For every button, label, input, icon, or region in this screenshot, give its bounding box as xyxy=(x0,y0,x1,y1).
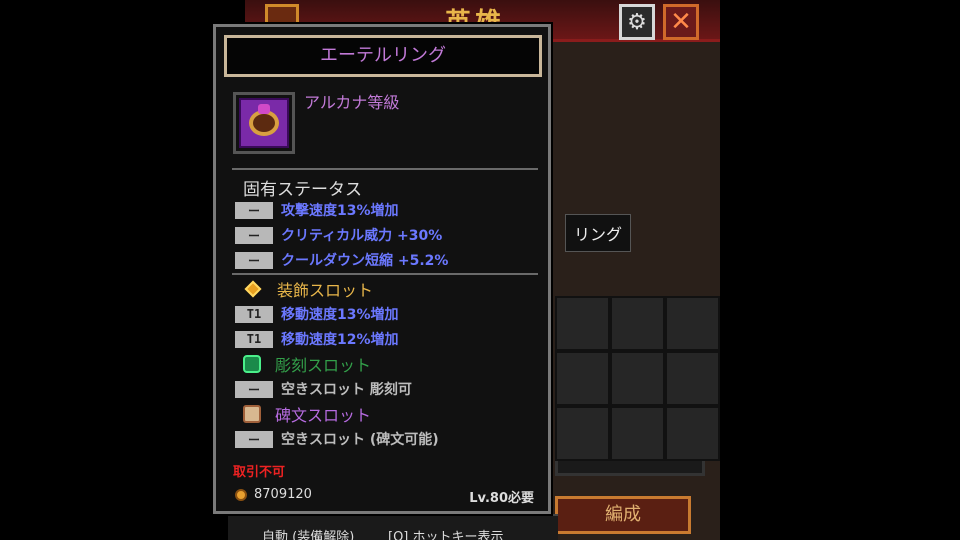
coin-icon xyxy=(235,488,247,501)
ring-icon xyxy=(239,98,289,148)
stat-text: 攻撃速度13%増加 xyxy=(281,203,399,219)
item-name: エーテルリング xyxy=(224,35,542,77)
hotkey-hint[interactable]: [Q] ホットキー表示 xyxy=(388,526,504,540)
inventory-cell[interactable] xyxy=(610,406,665,461)
stat-badge: ー xyxy=(235,201,273,219)
price-value: 8709120 xyxy=(254,487,312,502)
inventory-cell[interactable] xyxy=(555,296,610,351)
tier-badge: T1 xyxy=(235,330,273,348)
engraving-slot-title: 彫刻スロット xyxy=(275,356,372,375)
inventory-cell[interactable] xyxy=(555,351,610,406)
level-requirement: Lv.80必要 xyxy=(469,491,534,506)
rune-slot-header: 碑文スロット xyxy=(243,403,371,425)
stat-text: 移動速度13%増加 xyxy=(281,307,399,323)
stat-row: ー 攻撃速度13%増加 xyxy=(235,199,399,221)
stat-badge: ー xyxy=(235,226,273,244)
item-grade: アルカナ等級 xyxy=(304,93,400,112)
stat-row: T1 移動速度13%増加 xyxy=(235,303,399,325)
stat-row: ー 空きスロット (碑文可能) xyxy=(235,428,439,450)
decoration-slot-title: 装飾スロット xyxy=(277,281,374,300)
engraving-slot-header: 彫刻スロット xyxy=(243,353,371,375)
engraving-icon xyxy=(243,355,261,373)
divider xyxy=(232,273,538,275)
settings-button[interactable]: ⚙ xyxy=(619,4,655,40)
inventory-grid xyxy=(555,296,720,476)
bottom-hint-bar: 自動 (装備解除) [Q] ホットキー表示 xyxy=(228,514,558,540)
stat-badge: ー xyxy=(235,430,273,448)
slot-tooltip: リング xyxy=(565,214,632,252)
intrinsic-stats-header: 固有ステータス xyxy=(243,180,362,200)
rune-slot-title: 碑文スロット xyxy=(275,406,372,425)
stat-row: ー クールダウン短縮 +5.2% xyxy=(235,249,448,271)
inventory-cell[interactable] xyxy=(610,351,665,406)
gear-icon: ⚙ xyxy=(627,9,647,35)
auto-unequip-hint[interactable]: 自動 (装備解除) xyxy=(262,526,354,540)
inventory-cell[interactable] xyxy=(665,296,720,351)
stat-row: ー クリティカル威力 +30% xyxy=(235,224,442,246)
stat-row: T1 移動速度12%増加 xyxy=(235,328,399,350)
decoration-icon xyxy=(244,280,262,298)
inventory-cell[interactable] xyxy=(665,351,720,406)
divider xyxy=(232,168,538,170)
inventory-cell[interactable] xyxy=(555,406,610,461)
close-button[interactable]: ✕ xyxy=(663,4,699,40)
item-detail-panel: エーテルリング アルカナ等級 固有ステータス ー 攻撃速度13%増加 ー クリテ… xyxy=(213,24,551,514)
stat-text: 移動速度12%増加 xyxy=(281,332,399,348)
stat-badge: ー xyxy=(235,380,273,398)
untradable-label: 取引不可 xyxy=(233,465,286,480)
stat-badge: ー xyxy=(235,251,273,269)
inventory-cell[interactable] xyxy=(665,406,720,461)
inventory-cell[interactable] xyxy=(610,296,665,351)
stat-text: 空きスロット (碑文可能) xyxy=(281,432,439,448)
item-icon-frame xyxy=(233,92,295,154)
stat-text: クリティカル威力 +30% xyxy=(281,228,443,244)
close-icon: ✕ xyxy=(670,7,692,37)
formation-button[interactable]: 編成 xyxy=(555,496,691,534)
price-row: 8709120 xyxy=(235,487,312,502)
stat-text: 空きスロット 彫刻可 xyxy=(281,382,412,398)
stat-text: クールダウン短縮 +5.2% xyxy=(281,253,449,269)
stat-row: ー 空きスロット 彫刻可 xyxy=(235,378,412,400)
tier-badge: T1 xyxy=(235,305,273,323)
scroll-icon xyxy=(243,405,261,423)
decoration-slot-header: 装飾スロット xyxy=(243,278,373,300)
